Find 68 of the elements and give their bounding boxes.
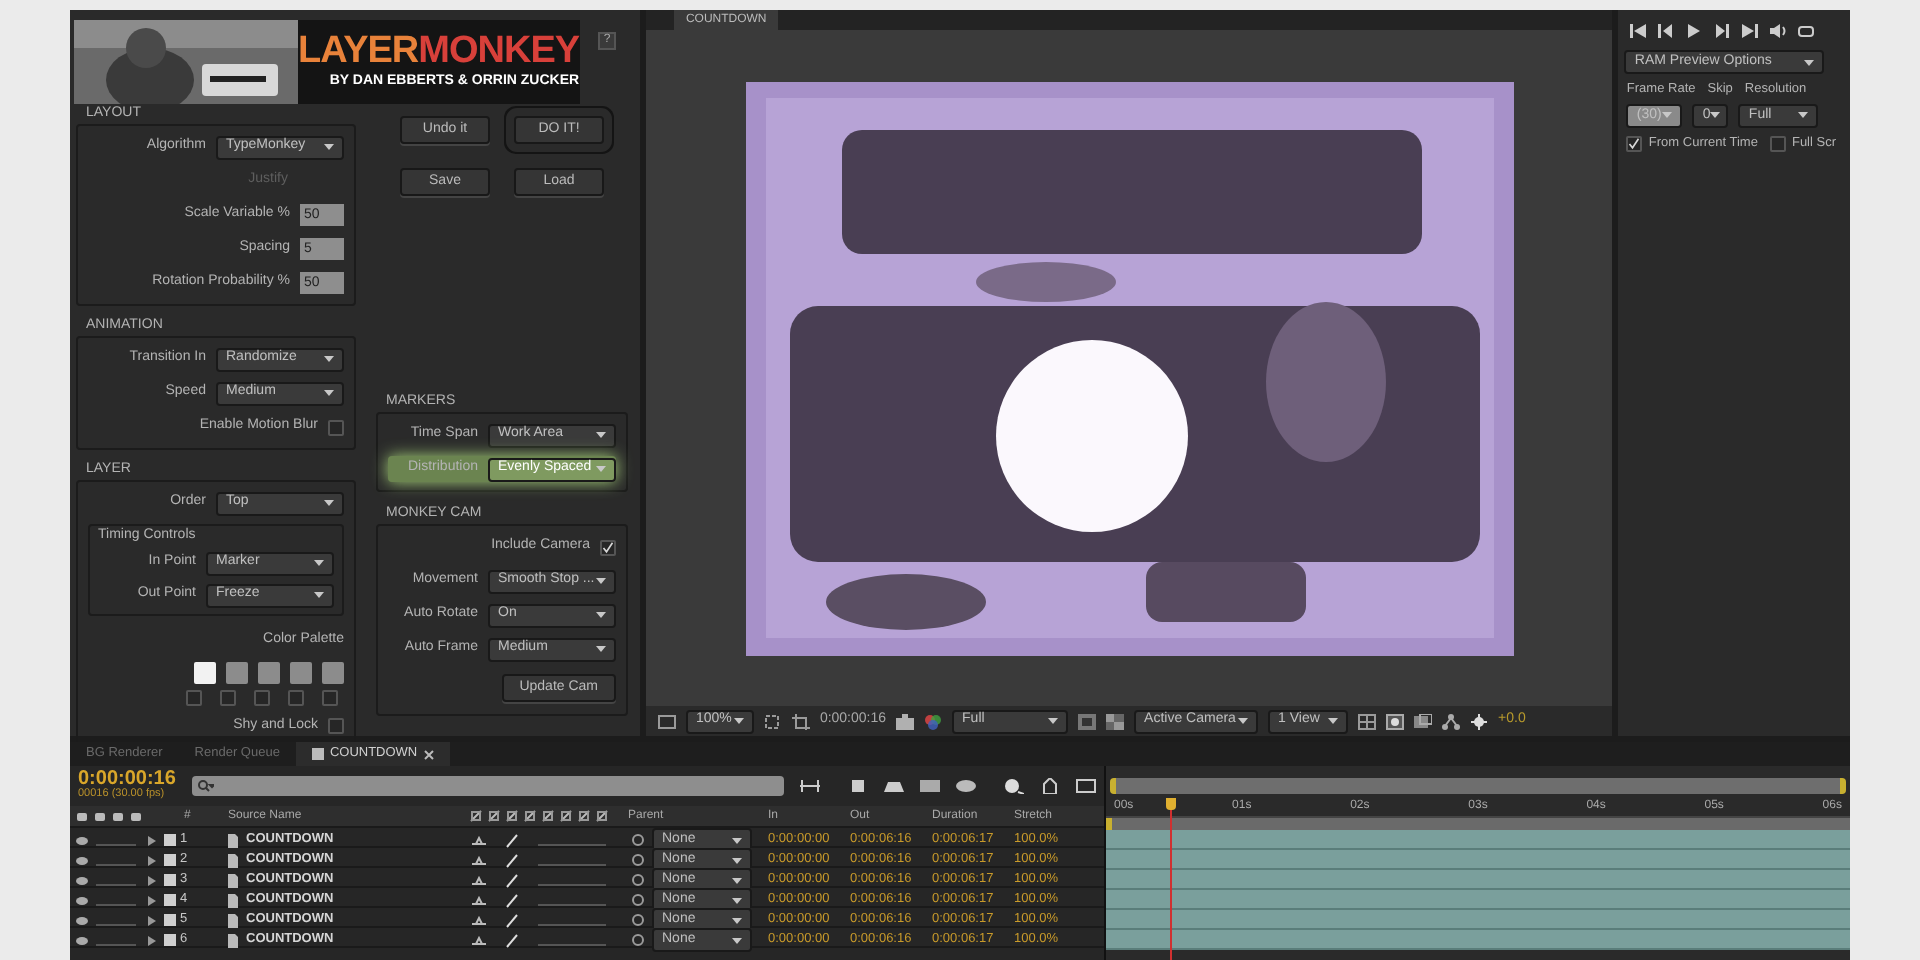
caret-icon[interactable] bbox=[1328, 718, 1339, 724]
grid-icon[interactable] bbox=[1358, 713, 1377, 729]
region-icon[interactable] bbox=[1078, 713, 1097, 729]
checkbox[interactable] bbox=[186, 689, 202, 705]
monitor-icon[interactable] bbox=[657, 713, 676, 729]
caret-icon[interactable] bbox=[596, 646, 606, 652]
caret-icon[interactable] bbox=[596, 432, 606, 438]
color-wheel-icon[interactable] bbox=[924, 713, 943, 729]
caret-icon[interactable] bbox=[324, 144, 334, 150]
caret-icon[interactable] bbox=[1710, 112, 1721, 119]
color-swatch[interactable] bbox=[194, 661, 216, 683]
snapshot-icon[interactable] bbox=[1386, 713, 1405, 729]
caret-icon[interactable] bbox=[1804, 59, 1815, 65]
logo-title: LAYERMONKEY bbox=[298, 31, 580, 72]
caret-icon[interactable] bbox=[324, 500, 334, 506]
checkbox[interactable] bbox=[322, 689, 338, 705]
playhead[interactable] bbox=[1166, 798, 1176, 960]
caret-icon[interactable] bbox=[324, 390, 334, 396]
first-frame-icon[interactable] bbox=[1630, 23, 1647, 37]
checkbox[interactable] bbox=[1626, 135, 1643, 152]
frame-icon[interactable] bbox=[763, 713, 782, 729]
crop-icon[interactable] bbox=[791, 713, 810, 729]
search-icon[interactable] bbox=[197, 780, 214, 792]
color-swatch[interactable] bbox=[258, 661, 280, 683]
caret-icon[interactable] bbox=[732, 937, 742, 943]
caret-icon[interactable] bbox=[732, 897, 742, 903]
checkbox[interactable] bbox=[220, 689, 236, 705]
color-swatch[interactable] bbox=[290, 661, 312, 683]
loop-icon[interactable] bbox=[1798, 23, 1815, 37]
film-icon[interactable] bbox=[920, 778, 940, 794]
caret-icon[interactable] bbox=[732, 917, 742, 923]
checkbox[interactable] bbox=[254, 689, 270, 705]
previous-frame-icon[interactable] bbox=[1658, 23, 1675, 37]
display-icon[interactable] bbox=[1414, 713, 1433, 729]
caret-icon[interactable] bbox=[314, 592, 324, 598]
checkbox[interactable] bbox=[328, 419, 344, 435]
caret-icon[interactable] bbox=[314, 560, 324, 566]
transparency-icon[interactable] bbox=[1106, 713, 1125, 729]
caret-icon[interactable] bbox=[324, 356, 334, 362]
box-icon[interactable] bbox=[1076, 778, 1096, 794]
caret-icon[interactable] bbox=[596, 612, 606, 618]
color-swatch[interactable] bbox=[322, 661, 344, 683]
span-icon[interactable] bbox=[800, 778, 820, 794]
checkbox[interactable] bbox=[288, 689, 304, 705]
checkbox[interactable] bbox=[1769, 135, 1786, 152]
close-icon[interactable] bbox=[423, 749, 434, 759]
flowchart-icon[interactable] bbox=[1442, 713, 1461, 729]
caret-icon[interactable] bbox=[733, 718, 744, 724]
exposure-icon[interactable] bbox=[1470, 713, 1489, 729]
caret-icon[interactable] bbox=[732, 877, 742, 883]
caret-icon[interactable] bbox=[596, 578, 606, 584]
composition-icon[interactable] bbox=[311, 748, 324, 760]
caret-icon[interactable] bbox=[732, 857, 742, 863]
caret-icon[interactable] bbox=[1048, 718, 1059, 724]
current-time[interactable]: 0:00:00:16 bbox=[78, 770, 176, 791]
color-swatch[interactable] bbox=[226, 661, 248, 683]
camera-icon[interactable] bbox=[896, 713, 915, 729]
sphere-icon[interactable] bbox=[956, 778, 976, 794]
caret-icon[interactable] bbox=[732, 837, 742, 843]
checkbox[interactable] bbox=[328, 718, 344, 734]
last-frame-icon[interactable] bbox=[1742, 23, 1759, 37]
play-icon[interactable] bbox=[1686, 23, 1703, 37]
caret-icon[interactable] bbox=[1238, 718, 1249, 724]
stack-icon[interactable] bbox=[884, 778, 904, 794]
next-frame-icon[interactable] bbox=[1714, 23, 1731, 37]
checkbox[interactable] bbox=[600, 539, 616, 555]
search-field[interactable] bbox=[191, 776, 784, 796]
caret-icon[interactable] bbox=[1798, 112, 1809, 119]
